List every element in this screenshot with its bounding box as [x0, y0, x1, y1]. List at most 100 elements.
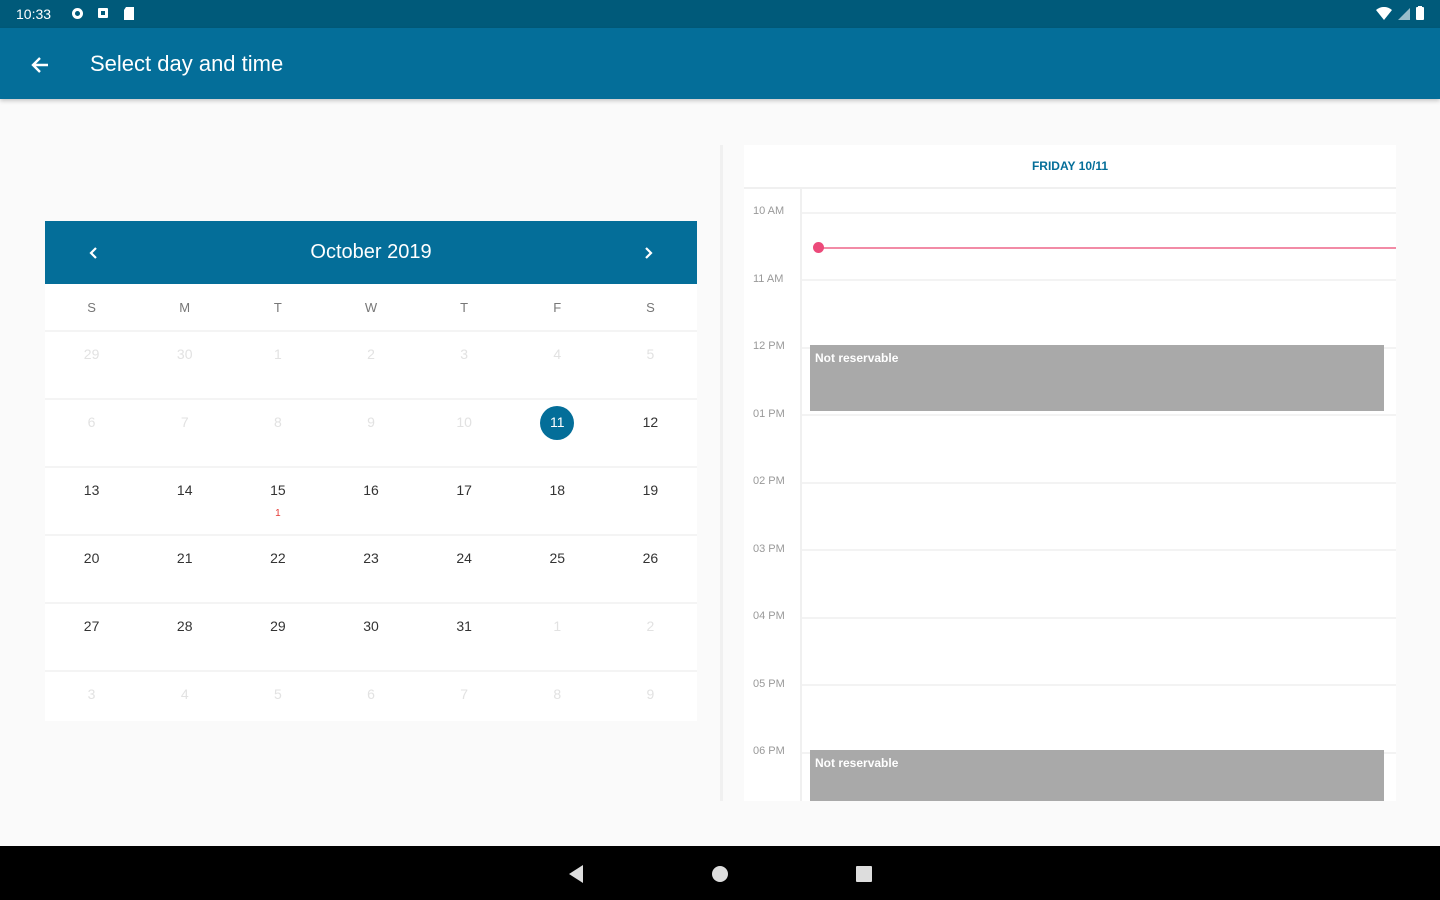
calendar-day[interactable]: 31 — [418, 604, 511, 670]
current-time-line — [818, 247, 1396, 249]
current-time-dot — [813, 242, 824, 253]
page-title: Select day and time — [90, 51, 284, 76]
schedule-event[interactable]: Not reservable — [810, 750, 1384, 801]
schedule-header: FRIDAY 10/11 — [744, 145, 1396, 189]
arrow-back-icon — [31, 57, 48, 73]
hour-line — [802, 684, 1396, 686]
calendar-day-selected[interactable]: 11 — [511, 400, 604, 466]
month-label: October 2019 — [310, 241, 432, 263]
calendar-day[interactable]: 23 — [324, 536, 417, 602]
next-month-button[interactable] — [633, 237, 665, 269]
nav-home-button[interactable] — [706, 860, 734, 888]
calendar-day: 3 — [87, 686, 96, 702]
calendar-day: 9 — [646, 686, 655, 702]
calendar-day: 4 — [180, 686, 189, 702]
calendar-day: 6 — [367, 686, 375, 702]
calendar-day: 10 — [456, 414, 472, 430]
hour-line — [802, 279, 1396, 281]
calendar-day: 8 — [273, 414, 282, 430]
calendar-day: 5 — [646, 346, 655, 362]
status-bar: 10:33 — [0, 0, 1440, 28]
calendar-day[interactable]: 19 — [604, 468, 697, 534]
calendar-day[interactable]: 27 — [45, 604, 138, 670]
chevron-right-icon — [645, 247, 653, 259]
calendar-day: 6 — [87, 414, 96, 430]
nav-recents-button[interactable] — [850, 860, 878, 888]
time-label: 01 PM — [753, 408, 785, 420]
wifi-icon — [1376, 6, 1392, 25]
calendar-day: 2 — [646, 618, 655, 634]
calendar-day[interactable]: 17 — [418, 468, 511, 534]
circle-home-icon — [712, 866, 728, 882]
calendar-day[interactable]: 25 — [511, 536, 604, 602]
time-label: 03 PM — [753, 543, 785, 555]
calendar-day[interactable]: 26 — [604, 536, 697, 602]
system-nav-bar — [0, 846, 1440, 900]
time-label: 06 PM — [753, 745, 785, 757]
calendar-week: 27 28 29 30 31 1 2 — [45, 602, 697, 670]
calendar-day: 1 — [273, 346, 282, 362]
calendar-day: 7 — [460, 686, 469, 702]
time-label: 04 PM — [753, 610, 785, 622]
calendar-day[interactable]: 24 — [418, 536, 511, 602]
time-label: 10 AM — [753, 205, 785, 217]
square-recents-icon — [856, 866, 872, 882]
calendar-day[interactable]: 28 — [138, 604, 231, 670]
app-bar: Select day and time — [0, 28, 1440, 99]
status-time: 10:33 — [16, 6, 52, 22]
weekday-label: T — [460, 299, 469, 315]
sd-card-icon — [122, 6, 136, 20]
calendar-day[interactable]: 15 1 — [231, 468, 324, 534]
weekday-label: W — [364, 299, 378, 315]
weekday-label: T — [273, 299, 282, 315]
calendar-day: 30 — [176, 346, 193, 362]
weekday-label: S — [87, 299, 96, 315]
calendar-day[interactable]: 16 — [324, 468, 417, 534]
weekday-label: S — [646, 299, 655, 315]
time-label: 02 PM — [753, 475, 785, 487]
calendar-day: 2 — [367, 346, 375, 362]
calendar-week: 13 14 15 1 16 17 18 19 — [45, 466, 697, 534]
calendar-day[interactable]: 20 — [45, 536, 138, 602]
notification-icon — [96, 6, 110, 20]
event-label: Not reservable — [815, 351, 899, 365]
day-schedule[interactable]: FRIDAY 10/11 10 AM 11 AM 12 PM 01 PM 02 … — [744, 145, 1396, 801]
calendar-day[interactable]: 29 — [231, 604, 324, 670]
calendar-day: 1 — [553, 618, 562, 634]
time-label: 11 AM — [753, 273, 784, 285]
settings-icon — [70, 6, 84, 20]
calendar-day: 7 — [180, 414, 189, 430]
hour-line — [802, 482, 1396, 484]
battery-icon — [1416, 6, 1424, 25]
back-button[interactable] — [20, 45, 60, 85]
triangle-back-icon — [569, 865, 583, 883]
calendar-day[interactable]: 12 — [604, 400, 697, 466]
calendar-day: 3 — [460, 346, 469, 362]
time-label: 05 PM — [753, 678, 785, 690]
calendar-week: 29 30 1 2 3 4 5 — [45, 330, 697, 398]
calendar-day: 9 — [367, 414, 375, 430]
hour-line — [802, 414, 1396, 416]
schedule-event[interactable]: Not reservable — [810, 345, 1384, 411]
month-calendar: October 2019 S M T W T F S 29 30 1 2 3 4… — [45, 221, 697, 721]
calendar-day[interactable]: 14 — [138, 468, 231, 534]
hour-line — [802, 549, 1396, 551]
calendar-week: 6 7 8 9 10 11 12 — [45, 398, 697, 466]
calendar-header: October 2019 — [45, 221, 697, 284]
schedule-date: FRIDAY 10/11 — [1031, 159, 1109, 173]
nav-back-button[interactable] — [562, 860, 590, 888]
weekday-label: M — [179, 299, 191, 315]
calendar-day[interactable]: 21 — [138, 536, 231, 602]
weekday-label: F — [553, 299, 562, 315]
calendar-day[interactable]: 30 — [324, 604, 417, 670]
calendar-day[interactable]: 18 — [511, 468, 604, 534]
calendar-day[interactable]: 22 — [231, 536, 324, 602]
calendar-week: 3 4 5 6 7 8 9 — [45, 670, 697, 738]
day-event-marker: 1 — [275, 508, 281, 519]
signal-icon — [1398, 7, 1410, 25]
calendar-day: 4 — [553, 346, 562, 362]
calendar-week: 20 21 22 23 24 25 26 — [45, 534, 697, 602]
calendar-day[interactable]: 13 — [45, 468, 138, 534]
weekday-header: S M T W T F S — [45, 284, 697, 330]
calendar-day: 29 — [83, 346, 100, 362]
